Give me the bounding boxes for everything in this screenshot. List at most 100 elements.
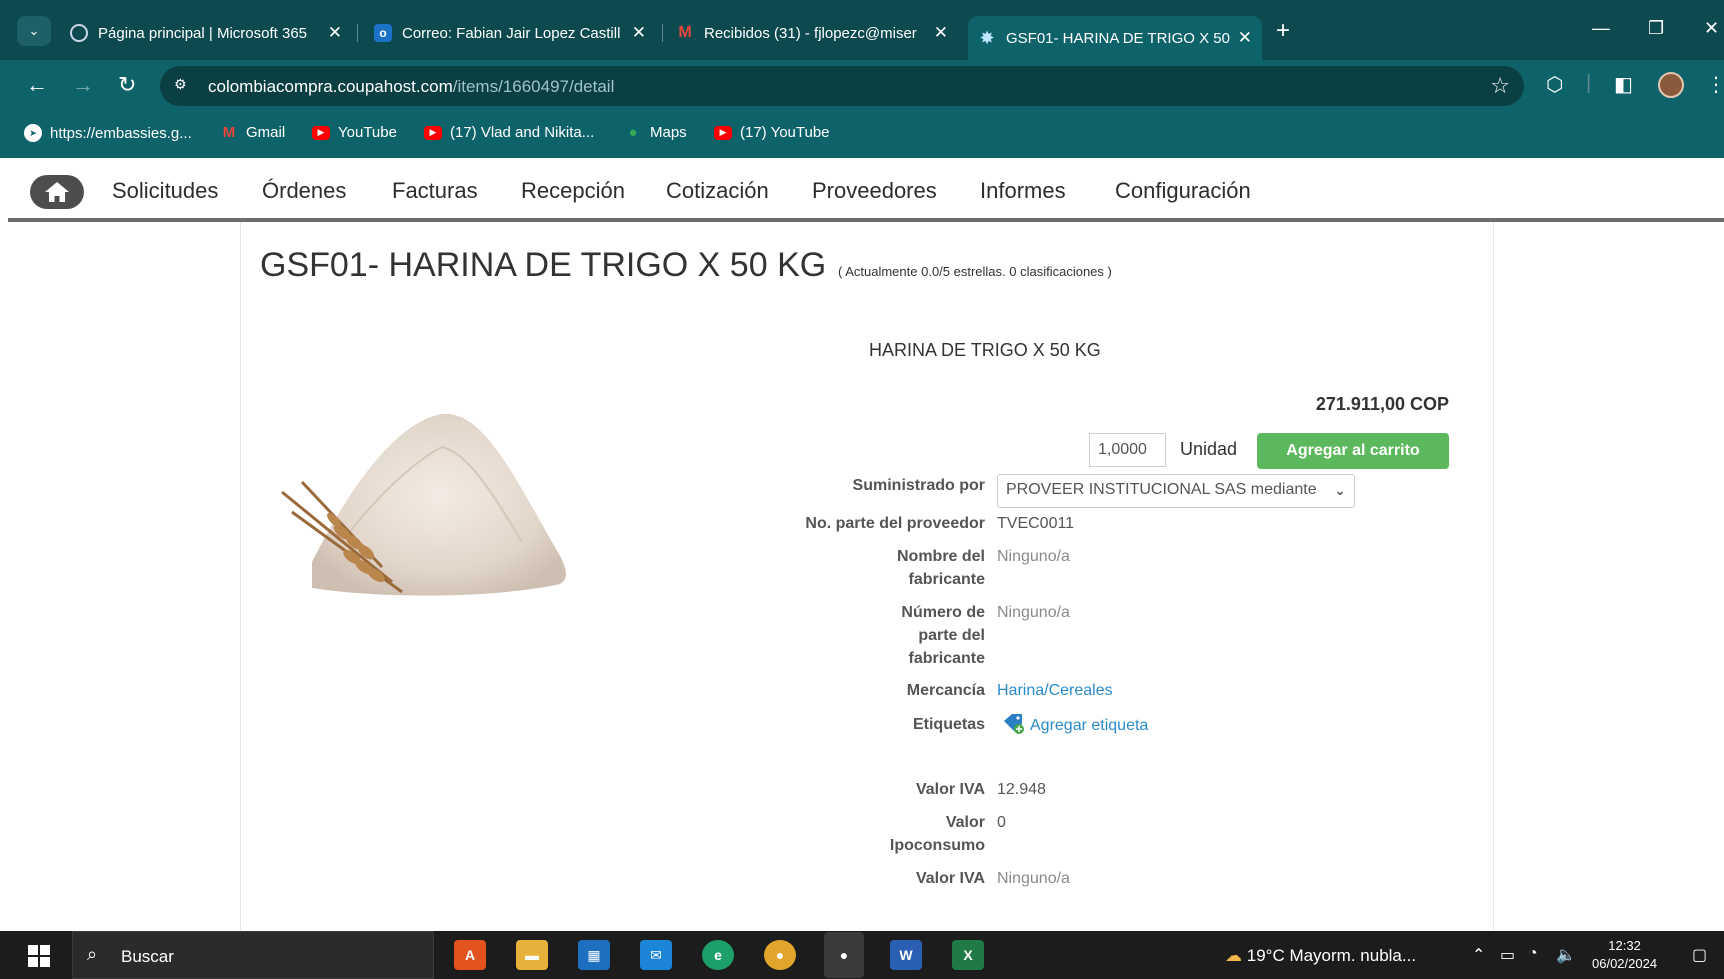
clock[interactable]: 12:32 06/02/2024 — [1592, 937, 1657, 973]
bookmark-embassies[interactable]: ➤ https://embassies.g... — [24, 124, 192, 142]
taskbar-search[interactable]: ⌕ Buscar — [72, 931, 434, 979]
site-info-icon[interactable]: ⚙ — [174, 76, 194, 96]
wifi-icon[interactable]: ◔ — [1528, 945, 1538, 963]
tab-search-button[interactable]: ⌄ — [17, 16, 51, 46]
windows-taskbar: ⌕ Buscar A ▬ ▦ ✉ e ● ● W X ☁ 19°C Mayorm… — [0, 931, 1724, 979]
browser-tab-strip: ⌄ Página principal | Microsoft 365 ✕ o C… — [0, 0, 1724, 60]
ipoconsumo-label: Valor Ipoconsumo — [889, 814, 985, 854]
chrome-icon[interactable]: ● — [764, 940, 796, 970]
iva-label: Valor IVA — [915, 781, 985, 798]
youtube-icon: ▶ — [424, 125, 442, 140]
tab-outlook[interactable]: o Correo: Fabian Jair Lopez Castill ✕ — [364, 16, 656, 50]
bookmark-vlad-nikita[interactable]: ▶ (17) Vlad and Nikita... — [424, 124, 594, 141]
store-icon[interactable]: ▦ — [578, 940, 610, 970]
gmail-icon: M — [222, 124, 236, 141]
tab-gmail[interactable]: M Recibidos (31) - fjlopezc@miser ✕ — [666, 16, 958, 50]
supplier-select[interactable]: PROVEER INSTITUCIONAL SAS mediante ⌄ — [997, 474, 1355, 508]
manufacturer-part-value: Ninguno/a — [997, 604, 1070, 621]
close-window-icon[interactable]: ✕ — [1704, 18, 1719, 39]
restore-icon[interactable]: ❐ — [1648, 18, 1664, 39]
ipoconsumo-value: 0 — [997, 814, 1006, 831]
tray-chevron-icon[interactable]: ⌃ — [1472, 945, 1485, 965]
nav-informes[interactable]: Informes — [980, 178, 1066, 204]
manufacturer-name-value: Ninguno/a — [997, 548, 1070, 565]
item-description: HARINA DE TRIGO X 50 KG — [869, 340, 1101, 360]
product-image — [281, 413, 566, 596]
coupa-icon: ✸ — [979, 27, 995, 48]
weather-widget[interactable]: ☁ 19°C Mayorm. nubla... — [1225, 946, 1416, 966]
globe-icon: ➤ — [24, 124, 42, 142]
add-tag-icon[interactable] — [1002, 713, 1026, 735]
youtube-icon: ▶ — [714, 125, 732, 140]
tab-coupa-item[interactable]: ✸ GSF01- HARINA DE TRIGO X 50 ✕ — [968, 16, 1262, 60]
minimize-icon[interactable]: — — [1592, 18, 1610, 39]
unit-label: Unidad — [1180, 439, 1238, 459]
app-navigation: Solicitudes Órdenes Facturas Recepción C… — [8, 158, 1724, 222]
toolbar-divider: | — [1586, 72, 1592, 94]
close-icon[interactable]: ✕ — [632, 23, 646, 43]
close-icon[interactable]: ✕ — [934, 23, 948, 43]
profile-avatar[interactable] — [1658, 72, 1684, 98]
iva2-value: Ninguno/a — [997, 870, 1070, 887]
bookmark-star-icon[interactable]: ☆ — [1490, 73, 1510, 99]
youtube-icon: ▶ — [312, 125, 330, 140]
nav-proveedores[interactable]: Proveedores — [812, 178, 937, 204]
windows-start-icon[interactable] — [28, 945, 50, 967]
nav-solicitudes[interactable]: Solicitudes — [112, 178, 218, 204]
commodity-label: Mercancía — [906, 682, 985, 699]
add-tag-link[interactable]: Agregar etiqueta — [1030, 714, 1148, 737]
iva2-label: Valor IVA — [915, 870, 985, 887]
bookmark-gmail[interactable]: M Gmail — [220, 124, 285, 141]
home-icon[interactable] — [30, 175, 84, 209]
tab-separator — [357, 24, 358, 42]
nav-recepcion[interactable]: Recepción — [521, 178, 625, 204]
address-bar[interactable]: ⚙ colombiacompra.coupahost.com/items/166… — [160, 66, 1524, 106]
maps-icon: ● — [628, 124, 638, 141]
chrome-profile-icon[interactable]: ● — [824, 932, 864, 978]
nav-cotizacion[interactable]: Cotización — [666, 178, 769, 204]
edge-icon[interactable]: e — [702, 940, 734, 970]
mail-icon[interactable]: ✉ — [640, 940, 672, 970]
add-to-cart-button[interactable]: Agregar al carrito — [1257, 433, 1449, 469]
chevron-down-icon: ⌄ — [1334, 482, 1346, 498]
bookmarks-bar: ➤ https://embassies.g... M Gmail ▶ YouTu… — [0, 112, 1724, 158]
acrobat-icon[interactable]: A — [454, 940, 486, 970]
network-adapter-icon[interactable]: ▭ — [1500, 945, 1515, 965]
side-panel-icon[interactable]: ◧ — [1614, 72, 1633, 97]
tab-microsoft-365[interactable]: Página principal | Microsoft 365 ✕ — [60, 16, 352, 50]
quantity-input[interactable] — [1089, 433, 1166, 467]
rating-text: ( Actualmente 0.0/5 estrellas. 0 clasifi… — [838, 264, 1112, 279]
m365-icon — [70, 24, 88, 42]
close-icon[interactable]: ✕ — [328, 23, 342, 43]
excel-icon[interactable]: X — [952, 940, 984, 970]
bookmark-youtube[interactable]: ▶ YouTube — [312, 124, 397, 141]
supplied-by-label: Suministrado por — [852, 477, 985, 494]
home-house-icon — [45, 182, 69, 202]
outlook-icon: o — [374, 24, 392, 42]
manufacturer-part-label: Número de parte del fabricante — [901, 604, 985, 667]
extensions-icon[interactable]: ⬡ — [1546, 72, 1563, 97]
menu-icon[interactable]: ⋮ — [1706, 72, 1724, 97]
commodity-link[interactable]: Harina/Cereales — [997, 679, 1113, 702]
close-icon[interactable]: ✕ — [1238, 28, 1252, 48]
file-explorer-icon[interactable]: ▬ — [516, 940, 548, 970]
nav-facturas[interactable]: Facturas — [392, 178, 478, 204]
manufacturer-name-label: Nombre del fabricante — [896, 548, 985, 588]
iva-value: 12.948 — [997, 781, 1046, 798]
item-price: 271.911,00 COP — [1315, 394, 1449, 414]
page-title: GSF01- HARINA DE TRIGO X 50 KG — [260, 246, 827, 284]
forward-icon[interactable]: → — [72, 72, 94, 98]
supplier-part-label: No. parte del proveedor — [805, 515, 985, 532]
word-icon[interactable]: W — [890, 940, 922, 970]
volume-icon[interactable]: 🔈 — [1556, 945, 1576, 965]
url-text[interactable]: colombiacompra.coupahost.com/items/16604… — [208, 77, 614, 97]
back-icon[interactable]: ← — [26, 72, 48, 98]
bookmark-maps[interactable]: ● Maps — [624, 124, 686, 141]
new-tab-button[interactable]: + — [1276, 16, 1290, 46]
supplier-part-value: TVEC0011 — [997, 515, 1075, 532]
nav-configuracion[interactable]: Configuración — [1115, 178, 1251, 204]
notifications-icon[interactable]: ▢ — [1692, 945, 1707, 965]
bookmark-youtube-17[interactable]: ▶ (17) YouTube — [714, 124, 830, 141]
nav-ordenes[interactable]: Órdenes — [262, 178, 346, 204]
reload-icon[interactable]: ↻ — [118, 72, 136, 98]
